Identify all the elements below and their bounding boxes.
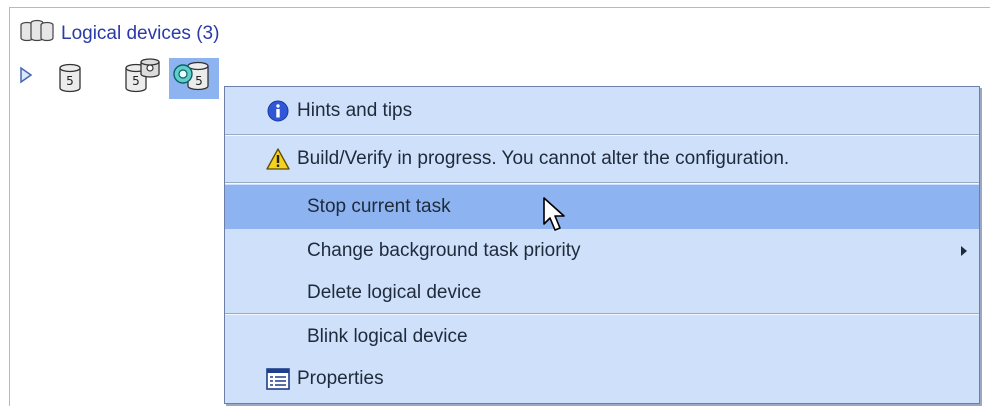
- mouse-pointer-icon: [542, 196, 570, 239]
- menu-item-hints-and-tips[interactable]: Hints and tips: [225, 89, 979, 133]
- menu-item-stop-current-task[interactable]: Stop current task: [225, 185, 979, 229]
- menu-separator: [225, 182, 979, 184]
- expand-arrow-icon[interactable]: [19, 66, 33, 89]
- menu-item-label: Delete logical device: [307, 282, 482, 303]
- properties-icon: [265, 366, 291, 392]
- device-label: 5: [66, 74, 74, 88]
- menu-item-label: Stop current task: [307, 196, 451, 217]
- logical-device-3-selected[interactable]: 5: [169, 58, 219, 99]
- device-label: 5: [195, 74, 203, 88]
- disk-raid5-verify-icon: 5: [173, 61, 209, 91]
- disk-raid5-icon: 5: [59, 63, 81, 93]
- menu-item-build-verify-warning: Build/Verify in progress. You cannot alt…: [225, 137, 979, 181]
- menu-separator: [225, 134, 979, 136]
- logical-devices-icon: [19, 19, 55, 50]
- menu-item-change-background-task-priority[interactable]: Change background task priority: [225, 229, 979, 273]
- warning-icon: [265, 146, 291, 172]
- menu-item-properties[interactable]: Properties: [225, 357, 979, 401]
- disk-raid5-with-spare-icon: 5: [125, 58, 160, 93]
- context-menu: Hints and tips Build/Verify in progress.…: [224, 86, 980, 404]
- tree-header[interactable]: Logical devices (3): [19, 19, 220, 50]
- menu-item-blink-logical-device[interactable]: Blink logical device: [225, 315, 979, 359]
- submenu-arrow-icon: [961, 246, 967, 256]
- device-label: 5: [132, 74, 140, 88]
- menu-item-label: Hints and tips: [297, 100, 413, 121]
- menu-item-delete-logical-device[interactable]: Delete logical device: [225, 271, 979, 315]
- menu-item-label: Properties: [297, 368, 384, 389]
- tree-title: Logical devices (3): [61, 23, 220, 44]
- menu-item-label: Change background task priority: [307, 240, 581, 261]
- info-icon: [265, 98, 291, 124]
- menu-item-label: Build/Verify in progress. You cannot alt…: [297, 148, 790, 169]
- logical-device-1[interactable]: 5: [57, 62, 83, 99]
- logical-device-2[interactable]: 5: [123, 58, 163, 99]
- menu-item-label: Blink logical device: [307, 326, 468, 347]
